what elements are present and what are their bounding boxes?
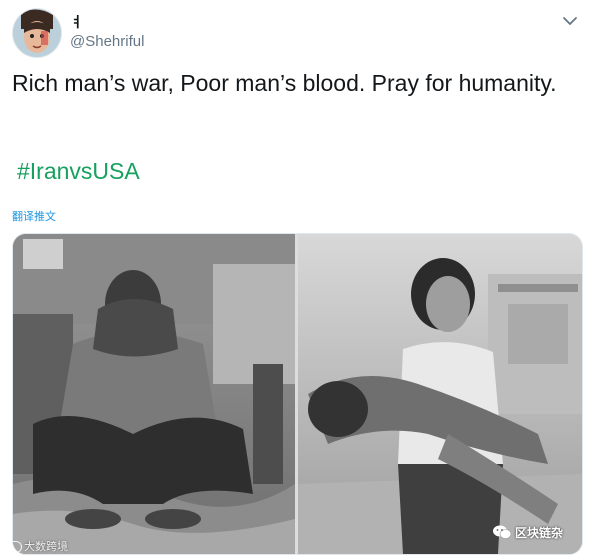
watermark-left: 大数跨境 <box>8 538 68 554</box>
avatar-face-icon <box>13 9 61 57</box>
watermark-right-text: 区块链杂 <box>515 525 564 540</box>
man-carrying-child-image <box>298 234 582 554</box>
wechat-icon <box>493 525 512 539</box>
watermark-left-text: 大数跨境 <box>24 541 68 553</box>
avatar[interactable] <box>12 8 62 58</box>
user-handle[interactable]: @Shehriful <box>70 33 144 50</box>
translate-tweet-link[interactable]: 翻译推文 <box>12 208 56 224</box>
display-name[interactable]: ㅕ <box>70 12 83 32</box>
hashtag-link[interactable]: #IranvsUSA <box>17 158 140 185</box>
tweet-text: Rich man’s war, Poor man’s blood. Pray f… <box>12 70 557 96</box>
tweet-media[interactable] <box>12 233 583 555</box>
chevron-down-icon[interactable] <box>561 12 579 30</box>
photo-grieving-man[interactable] <box>13 234 295 554</box>
watermark-right: 区块链杂 <box>492 521 563 543</box>
grieving-man-image <box>13 234 295 554</box>
photo-man-carrying-child[interactable] <box>298 234 582 554</box>
watermark-logo-icon <box>8 541 22 554</box>
